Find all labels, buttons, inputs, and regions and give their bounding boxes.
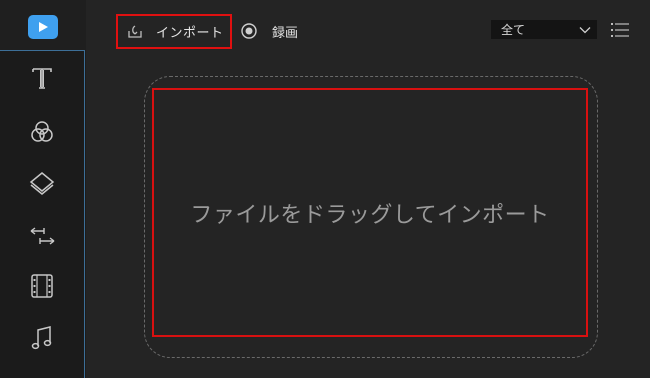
drop-zone[interactable]: ファイルをドラッグしてインポート <box>152 88 588 337</box>
import-icon <box>128 24 142 38</box>
transitions-tab-button[interactable] <box>27 221 57 251</box>
film-icon <box>31 274 53 298</box>
overlays-tab-button[interactable] <box>27 169 57 199</box>
music-icon <box>31 326 52 350</box>
text-tab-button[interactable] <box>27 63 57 93</box>
sidebar-header <box>0 0 86 50</box>
media-icon <box>39 22 48 32</box>
sidebar-tools <box>0 50 85 378</box>
transitions-icon <box>30 227 55 245</box>
list-view-button[interactable] <box>609 19 631 41</box>
overlays-icon <box>29 172 55 195</box>
filters-tab-button[interactable] <box>27 117 57 147</box>
elements-tab-button[interactable] <box>27 271 57 301</box>
filter-value: 全て <box>501 23 526 37</box>
import-button[interactable]: インポート <box>116 14 232 49</box>
text-icon <box>32 68 52 89</box>
list-icon <box>611 23 629 37</box>
media-library-window: インポート 録画 全て ファイルをドラッグしてインポート <box>0 0 650 378</box>
import-label: インポート <box>156 26 224 41</box>
music-tab-button[interactable] <box>27 323 57 353</box>
chevron-down-icon <box>579 26 591 33</box>
record-button[interactable]: 録画 <box>240 21 298 41</box>
record-label: 録画 <box>272 25 299 41</box>
drop-zone-message: ファイルをドラッグしてインポート <box>190 202 550 228</box>
filter-dropdown[interactable]: 全て <box>491 20 597 39</box>
filters-icon <box>31 121 53 142</box>
sidebar-rail <box>0 0 86 378</box>
record-icon <box>241 23 257 39</box>
media-tab-button[interactable] <box>28 15 58 39</box>
